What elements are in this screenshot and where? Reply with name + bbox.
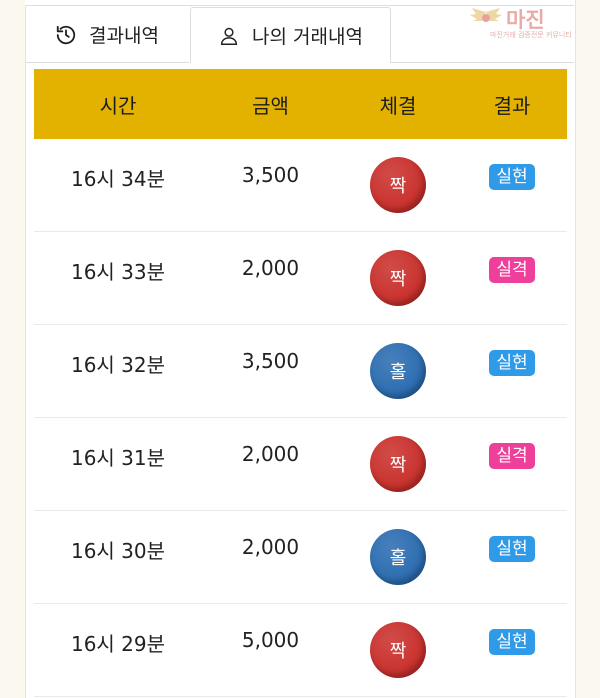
tab-my-trades-label: 나의 거래내역 (252, 26, 363, 48)
bet-badge: 짝 (370, 157, 426, 213)
header-time: 시간 (99, 93, 137, 118)
watermark-logo: 마진 마진거래 검증전문 커뮤니티 (468, 6, 594, 39)
table-row: 16시 33분 2,000 짝 실격 (34, 232, 567, 325)
bet-badge: 짝 (370, 622, 426, 678)
time-cell: 16시 29분 (70, 632, 166, 656)
result-badge: 실격 (489, 257, 535, 283)
bet-badge: 홀 (370, 343, 426, 399)
header-amount: 금액 (252, 93, 289, 118)
table-row: 16시 34분 3,500 짝 실현 (34, 139, 567, 232)
history-icon (55, 24, 77, 46)
result-badge: 실격 (489, 443, 535, 469)
amount-cell: 5,000 (241, 628, 300, 652)
result-badge: 실현 (489, 629, 535, 655)
time-cell: 16시 34분 (70, 167, 166, 191)
tab-bar-underline (391, 62, 574, 63)
wings-icon (470, 8, 502, 22)
amount-cell: 3,500 (241, 163, 300, 187)
bet-badge: 짝 (370, 250, 426, 306)
time-cell: 16시 31분 (70, 446, 166, 470)
table-row: 16시 29분 5,000 짝 실현 (34, 604, 567, 697)
watermark-subtitle: 마진거래 검증전문 커뮤니티 (490, 31, 572, 39)
table-row: 16시 30분 2,000 홀 실현 (34, 511, 567, 604)
table-row: 16시 31분 2,000 짝 실격 (34, 418, 567, 511)
time-cell: 16시 32분 (70, 353, 166, 377)
amount-cell: 2,000 (241, 535, 300, 559)
time-cell: 16시 33분 (70, 260, 166, 284)
amount-cell: 3,500 (241, 349, 300, 373)
bet-badge: 짝 (370, 436, 426, 492)
result-badge: 실현 (489, 164, 535, 190)
result-badge: 실현 (489, 536, 535, 562)
trade-table-body: 16시 34분 3,500 짝 실현 16시 33분 2,000 짝 실격 16… (34, 139, 567, 697)
result-badge: 실현 (489, 350, 535, 376)
bet-badge: 홀 (370, 529, 426, 585)
amount-cell: 2,000 (241, 256, 300, 280)
user-icon (218, 25, 240, 47)
amount-cell: 2,000 (241, 442, 300, 466)
tab-results-label: 결과내역 (89, 25, 159, 47)
tab-my-trades[interactable]: 나의 거래내역 (190, 7, 391, 63)
table-row: 16시 32분 3,500 홀 실현 (34, 325, 567, 418)
tab-results[interactable]: 결과내역 (25, 7, 189, 63)
header-bet: 체결 (379, 93, 417, 118)
time-cell: 16시 30분 (70, 539, 166, 563)
header-result: 결과 (493, 93, 531, 118)
table-header: 시간 금액 체결 결과 (34, 69, 567, 139)
